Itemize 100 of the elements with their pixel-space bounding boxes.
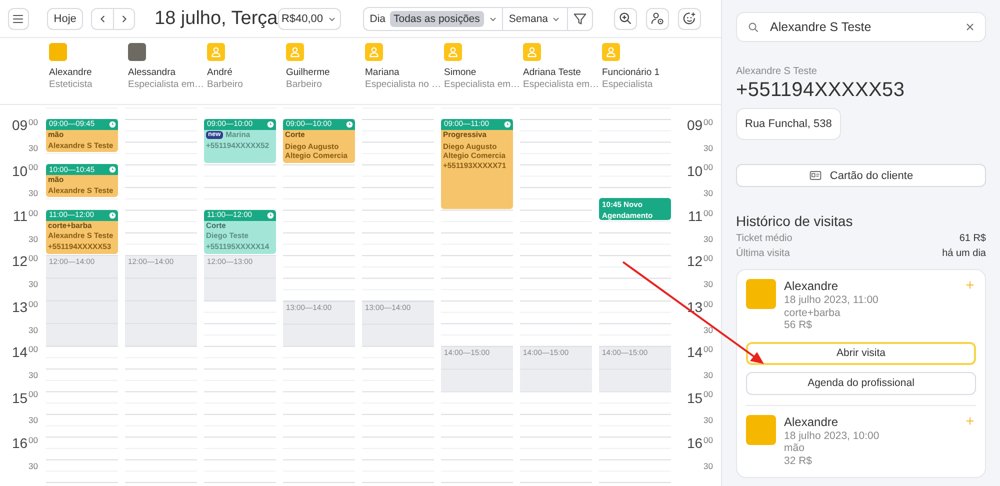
hour-label: 15 — [12, 390, 28, 406]
hour-label: 14 — [686, 344, 703, 360]
minute-label: 30 — [28, 460, 38, 471]
hour-label: 11 — [12, 208, 28, 224]
minute-label: 30 — [704, 143, 713, 154]
avatar-photo — [746, 414, 776, 444]
hour-label: 15 — [686, 390, 703, 406]
staff-role: Especialista em… — [444, 79, 522, 91]
minute-label: 00 — [28, 344, 38, 354]
stat-label: Ticket médio — [736, 233, 792, 244]
hour-label: 10 — [12, 162, 28, 179]
period-dropdown[interactable]: Semana — [502, 12, 567, 24]
minute-label: 00 — [704, 162, 713, 172]
date-title: 18 julho, Terça — [154, 8, 278, 30]
minute-label: 00 — [28, 298, 38, 308]
zoom-in-button[interactable] — [614, 8, 637, 30]
staff-role: Especialista em… — [128, 79, 206, 91]
staff-role: Barbeiro — [207, 79, 244, 91]
today-button[interactable]: Hoje — [46, 8, 84, 30]
client-card-button[interactable]: Cartão do cliente — [736, 164, 986, 187]
clear-icon[interactable] — [964, 21, 976, 33]
minute-label: 00 — [28, 162, 38, 172]
avatar-photo — [746, 279, 776, 309]
minute-label: 30 — [28, 415, 38, 426]
avatar-photo — [128, 43, 146, 61]
smiley-plus-icon — [682, 11, 697, 26]
hour-label: 10 — [686, 162, 703, 179]
clock-icon — [109, 121, 116, 128]
clock-icon — [267, 212, 274, 219]
section-title: Histórico de visitas — [736, 213, 854, 229]
hour-label: 12 — [12, 253, 28, 270]
hour-label: 16 — [686, 434, 703, 451]
hour-label: 16 — [12, 434, 28, 451]
emoji-button[interactable] — [678, 8, 701, 30]
menu-button[interactable] — [8, 8, 29, 30]
stat-value: 61 R$ — [959, 233, 986, 244]
minute-label: 30 — [704, 370, 713, 380]
staff-name: Alexandre — [784, 279, 840, 293]
staff-name: Funcionário 1 — [602, 67, 661, 79]
staff-name: Guilherme — [286, 67, 331, 79]
clock-icon — [109, 212, 116, 219]
avatar-photo — [49, 43, 67, 61]
minute-label: 00 — [704, 253, 713, 264]
visit-service: corte+barba — [784, 306, 842, 319]
hour-label: 14 — [12, 344, 28, 360]
clock-icon — [504, 121, 511, 128]
hour-label: 09 — [12, 117, 28, 134]
minute-label: 00 — [28, 434, 38, 445]
visit-date: 18 julho 2023, 10:00 — [784, 430, 880, 442]
minute-label: 00 — [704, 344, 713, 354]
staff-name: Mariana — [365, 67, 400, 79]
view-option[interactable]: Dia — [366, 10, 390, 26]
minute-label: 30 — [28, 234, 38, 244]
minute-label: 30 — [28, 370, 38, 380]
staff-role: Especialista — [602, 79, 654, 91]
minute-label: 00 — [704, 117, 713, 127]
staff-role: Especialista em… — [523, 79, 600, 91]
id-card-icon — [808, 169, 822, 182]
visit-action-button[interactable]: Abrir visita — [746, 342, 976, 364]
minute-label: 00 — [704, 389, 713, 400]
clock-icon — [109, 166, 116, 174]
minute-label: 30 — [28, 279, 38, 290]
price-filter-dropdown[interactable]: R$40,00 — [278, 8, 341, 30]
staff-name: Alexandre — [784, 414, 840, 428]
minute-label: 00 — [28, 253, 38, 264]
minute-label: 30 — [704, 279, 713, 290]
minute-label: 00 — [28, 117, 38, 127]
minute-label: 30 — [704, 188, 713, 198]
address-chip: Rua Funchal, 538 — [736, 108, 841, 140]
staff-role: Especialista no … — [365, 79, 442, 91]
minute-label: 30 — [28, 188, 38, 198]
visit-price: 56 R$ — [784, 319, 814, 332]
search-field[interactable]: Alexandre S Teste — [736, 12, 986, 42]
visit-service: mão — [784, 442, 806, 454]
zoom-in-icon — [618, 11, 633, 26]
minute-label: 00 — [704, 298, 713, 308]
minute-label: 00 — [704, 208, 713, 218]
minute-label: 30 — [704, 234, 713, 244]
hour-label: 13 — [12, 298, 28, 315]
search-icon — [747, 21, 760, 34]
staff-name: Simone — [444, 67, 478, 79]
clock-icon — [267, 121, 274, 128]
staff-role: Esteticista — [49, 79, 94, 91]
visit-action-button[interactable]: Agenda do profissional — [746, 372, 976, 394]
staff-name: Alexandre — [49, 67, 93, 79]
staff-name: Alessandra — [128, 67, 177, 79]
view-option[interactable]: Todas as posições — [390, 10, 484, 26]
minute-label: 30 — [28, 143, 38, 154]
client-name: Alexandre S Teste — [736, 66, 818, 77]
filter-icon — [572, 10, 588, 26]
minute-label: 30 — [28, 324, 38, 335]
user-gear-icon — [650, 11, 665, 26]
minute-label: 00 — [28, 208, 38, 218]
visit-date: 18 julho 2023, 11:00 — [784, 294, 880, 306]
hour-label: 09 — [686, 117, 703, 134]
stat-label: Última visita — [736, 248, 790, 259]
user-settings-button[interactable] — [646, 8, 669, 30]
clock-icon — [346, 121, 353, 128]
stat-value: há um dia — [942, 248, 986, 259]
minute-label: 00 — [28, 389, 38, 400]
